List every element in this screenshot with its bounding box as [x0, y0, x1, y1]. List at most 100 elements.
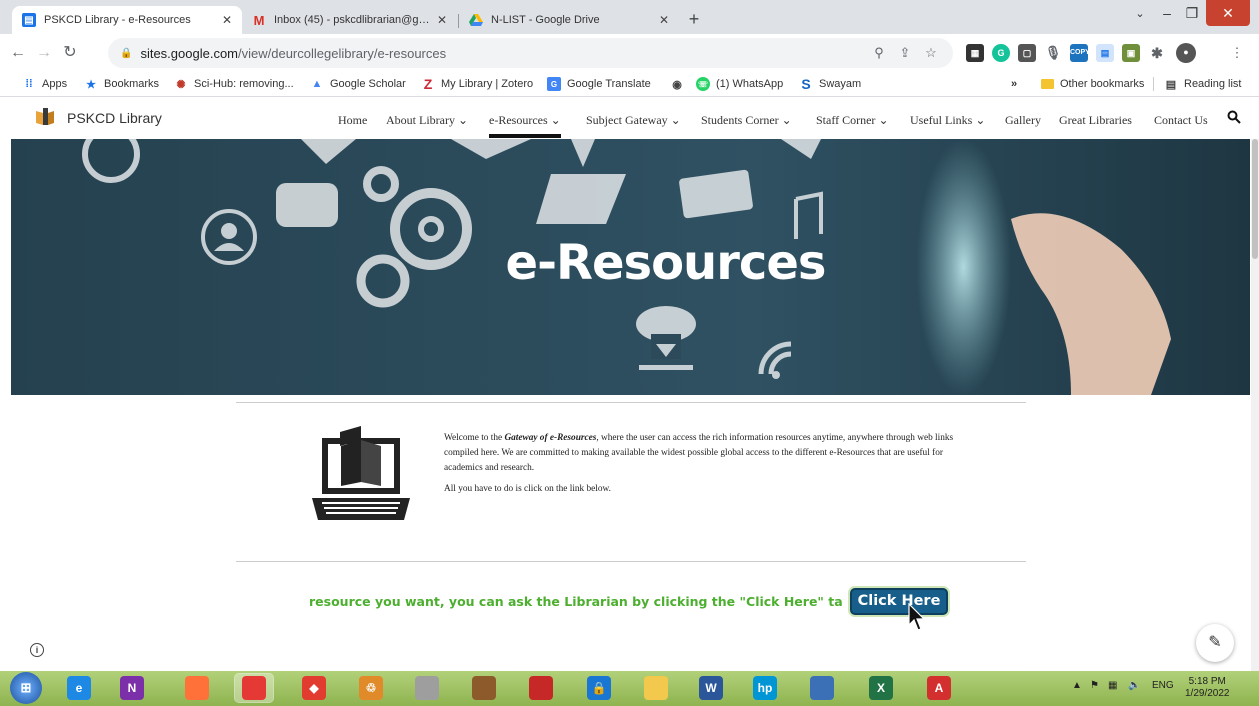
- profile-avatar[interactable]: ●: [1176, 43, 1196, 63]
- bookmark-google-scholar[interactable]: ▲ Google Scholar: [310, 76, 406, 92]
- nav-about-library[interactable]: About Library ⌄: [386, 113, 468, 128]
- nav-contact-us[interactable]: Contact Us: [1154, 113, 1208, 128]
- star-icon: ★: [86, 78, 96, 91]
- site-search-icon[interactable]: [1227, 110, 1241, 127]
- more-bookmarks-chevron[interactable]: »: [1011, 76, 1017, 92]
- taskbar-app-lock-app[interactable]: 🔒: [585, 674, 613, 702]
- volume-icon[interactable]: 🔈: [1128, 680, 1140, 691]
- bookmark-apps[interactable]: ⁞⁞ Apps: [22, 76, 67, 92]
- zoom-icon[interactable]: ⚲: [870, 44, 888, 62]
- tab-gmail-inbox[interactable]: M Inbox (45) - pskcdlibrarian@gma ✕: [242, 6, 457, 34]
- docs-extension-icon[interactable]: ▤: [1096, 44, 1114, 62]
- taskbar-app-chrome[interactable]: [234, 673, 274, 703]
- scholar-icon: ▲: [311, 78, 323, 90]
- firefox-icon: [185, 676, 209, 700]
- close-tab-icon[interactable]: ✕: [222, 13, 232, 27]
- extension-square-icon[interactable]: ▢: [1018, 44, 1036, 62]
- taskbar-app-app-red[interactable]: [527, 674, 555, 702]
- taskbar-app-folder[interactable]: [642, 674, 670, 702]
- taskbar-app-library-books[interactable]: [470, 674, 498, 702]
- bookmark-swayam[interactable]: S Swayam: [799, 76, 861, 92]
- taskbar-app-draw[interactable]: [808, 674, 836, 702]
- tab-search-chevron-icon[interactable]: ⌄: [1125, 0, 1155, 26]
- close-tab-icon[interactable]: ✕: [659, 13, 669, 27]
- minimize-button[interactable]: –: [1155, 0, 1179, 26]
- nav-label: e-Resources: [489, 113, 548, 127]
- nav-label: Useful Links: [910, 113, 973, 127]
- taskbar-app-acrobat[interactable]: A: [925, 674, 953, 702]
- extension-green-icon[interactable]: ▣: [1122, 44, 1140, 62]
- nav-label: About Library: [386, 113, 455, 127]
- nav-gallery[interactable]: Gallery: [1005, 113, 1041, 128]
- nav-staff-corner[interactable]: Staff Corner ⌄: [816, 113, 889, 128]
- qr-code-extension-icon[interactable]: ▦: [966, 44, 984, 62]
- language-indicator[interactable]: ENG: [1152, 680, 1174, 691]
- taskbar-app-hp[interactable]: hp: [751, 674, 779, 702]
- voice-extension-icon[interactable]: 🎙: [1044, 44, 1062, 62]
- bookmark-label: Apps: [42, 78, 68, 90]
- extensions-puzzle-icon[interactable]: ✱: [1148, 44, 1166, 62]
- taskbar-app-onenote[interactable]: N: [118, 674, 146, 702]
- bookmark-bookmarks[interactable]: ★ Bookmarks: [84, 76, 159, 92]
- browser-menu-icon[interactable]: ⋮: [1228, 44, 1246, 62]
- back-button[interactable]: ←: [8, 43, 28, 63]
- action-center-flag-icon[interactable]: ⚑: [1090, 680, 1099, 691]
- library-logo-icon[interactable]: [35, 107, 55, 127]
- nav-great-libraries[interactable]: Great Libraries: [1059, 113, 1132, 128]
- chevron-down-icon: ⌄: [975, 113, 986, 127]
- copy-extension-icon[interactable]: COPY: [1070, 44, 1090, 62]
- nav-home[interactable]: Home: [338, 113, 367, 128]
- tab-google-drive[interactable]: N-LIST - Google Drive ✕: [459, 6, 679, 34]
- nav-useful-links[interactable]: Useful Links ⌄: [910, 113, 985, 128]
- grammarly-extension-icon[interactable]: G: [992, 44, 1010, 62]
- forward-button[interactable]: →: [34, 43, 54, 63]
- taskbar-app-anydesk[interactable]: ◆: [300, 674, 328, 702]
- scihub-icon: ✺: [176, 78, 186, 91]
- info-icon[interactable]: i: [30, 643, 44, 657]
- new-tab-button[interactable]: +: [683, 8, 705, 30]
- click-here-button[interactable]: Click Here: [850, 588, 948, 615]
- taskbar-app-word[interactable]: W: [697, 674, 725, 702]
- address-bar[interactable]: 🔒 sites.google.com/view/deurcollegelibra…: [108, 38, 953, 68]
- taskbar-app-firefox[interactable]: [183, 674, 211, 702]
- reading-list-icon: ▤: [1165, 78, 1177, 91]
- reading-list-button[interactable]: ▤ Reading list: [1164, 76, 1242, 92]
- bookmark-zotero[interactable]: Z My Library | Zotero: [421, 76, 533, 92]
- edit-pencil-button[interactable]: ✎: [1196, 624, 1234, 662]
- intro-instruction: All you have to do is click on the link …: [444, 484, 611, 494]
- tab-pskcd-library[interactable]: ▤ PSKCD Library - e-Resources ✕: [12, 6, 242, 34]
- taskbar-app-recycle-app[interactable]: ♲: [357, 674, 385, 702]
- site-title[interactable]: PSKCD Library: [67, 110, 162, 126]
- draw-icon: [810, 676, 834, 700]
- scrollbar-thumb[interactable]: [1252, 139, 1258, 259]
- bookmark-google-translate[interactable]: G Google Translate: [547, 76, 651, 92]
- taskbar-app-scanner[interactable]: [413, 674, 441, 702]
- intro-paragraph: Welcome to the Gateway of e-Resources, w…: [444, 431, 954, 476]
- nav-subject-gateway[interactable]: Subject Gateway ⌄: [586, 113, 681, 128]
- acrobat-icon: A: [927, 676, 951, 700]
- clock-date: 1/29/2022: [1185, 688, 1230, 699]
- close-window-button[interactable]: ✕: [1206, 0, 1250, 26]
- nav-label: Home: [338, 113, 368, 127]
- share-icon[interactable]: ⇪: [896, 44, 914, 62]
- onenote-icon: N: [120, 676, 144, 700]
- bookmark-star-icon[interactable]: ☆: [922, 44, 940, 62]
- taskbar-app-excel[interactable]: X: [867, 674, 895, 702]
- taskbar-app-ie[interactable]: e: [65, 674, 93, 702]
- system-clock[interactable]: 5:18 PM 1/29/2022: [1185, 676, 1230, 700]
- show-hidden-icons-icon[interactable]: ▲: [1072, 680, 1082, 691]
- other-bookmarks-folder[interactable]: Other bookmarks: [1040, 76, 1144, 92]
- page-scrollbar[interactable]: [1251, 139, 1259, 671]
- reload-button[interactable]: ↻: [60, 43, 80, 63]
- nav-label: Subject Gateway: [586, 113, 668, 127]
- network-icon[interactable]: ▦: [1108, 680, 1117, 691]
- bookmark-whatsapp[interactable]: ☏ (1) WhatsApp: [696, 76, 783, 92]
- restore-button[interactable]: ❐: [1180, 0, 1204, 26]
- close-tab-icon[interactable]: ✕: [437, 13, 447, 27]
- start-button[interactable]: ⊞: [10, 672, 42, 704]
- bookmark-globe[interactable]: ◉: [670, 76, 690, 92]
- nav-students-corner[interactable]: Students Corner ⌄: [701, 113, 792, 128]
- bookmark-sci-hub[interactable]: ✺ Sci-Hub: removing...: [174, 76, 293, 92]
- nav-e-resources[interactable]: e-Resources ⌄: [489, 113, 561, 138]
- lock-icon[interactable]: 🔒: [120, 48, 132, 59]
